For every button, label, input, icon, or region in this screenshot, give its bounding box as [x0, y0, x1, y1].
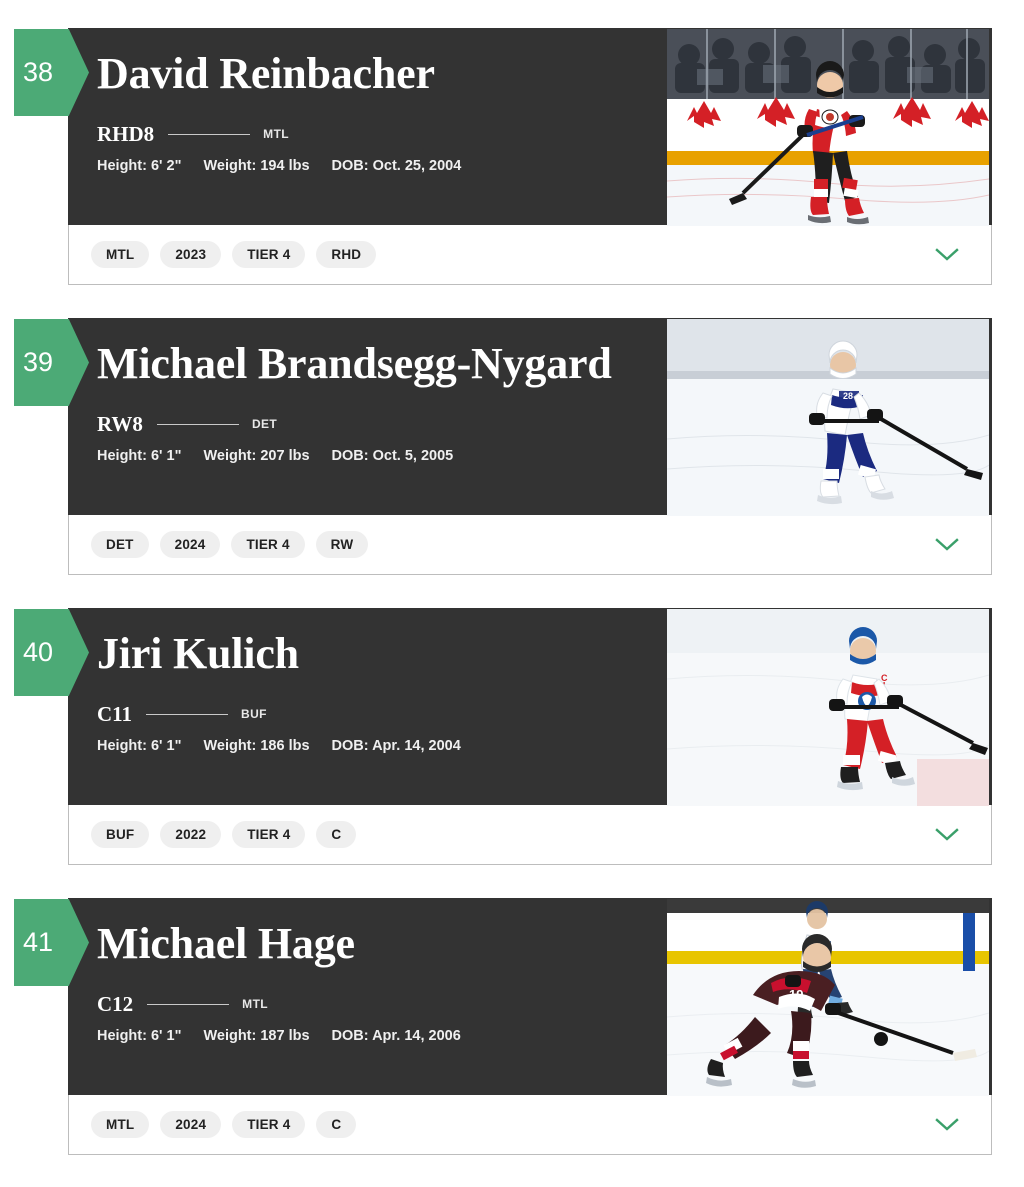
chip-draft-year[interactable]: 2022 [160, 821, 222, 848]
player-name: David Reinbacher [97, 49, 435, 98]
player-dob: DOB: Apr. 14, 2004 [331, 738, 461, 755]
svg-text:19: 19 [789, 987, 803, 1002]
player-photo: C [667, 609, 989, 806]
card-gap [0, 865, 1024, 898]
chip-team[interactable]: MTL [91, 1111, 150, 1138]
tag-chip-group: MTL 2023 TIER 4 RHD [91, 241, 927, 268]
player-height: Height: 6' 2" [97, 158, 182, 175]
rank-number: 41 [23, 927, 54, 957]
chevron-down-icon [935, 1118, 959, 1131]
player-card[interactable]: 39 28 Michael Brandsegg-Nygard RW8 DET H… [13, 318, 992, 575]
chevron-down-icon [935, 828, 959, 841]
player-name: Michael Brandsegg-Nygard [97, 339, 612, 388]
player-card-text: Michael Hage C12 MTL Height: 6' 1" Weigh… [69, 899, 679, 1062]
position-team-row: C11 BUF [97, 701, 679, 726]
chip-tier[interactable]: TIER 4 [231, 531, 305, 558]
chip-tier[interactable]: TIER 4 [232, 241, 306, 268]
divider-rule [156, 423, 239, 425]
card-gap [0, 285, 1024, 318]
svg-text:C: C [881, 673, 888, 683]
chip-team[interactable]: BUF [91, 821, 150, 848]
player-card-body: 39 28 Michael Brandsegg-Nygard RW8 DET H… [14, 318, 992, 516]
team-abbreviation: DET [251, 417, 278, 432]
player-bio-row: Height: 6' 1" Weight: 186 lbs DOB: Apr. … [97, 738, 679, 754]
chip-position[interactable]: RHD [316, 241, 377, 268]
rank-number: 40 [23, 637, 54, 667]
player-card-text: Michael Brandsegg-Nygard RW8 DET Height:… [69, 319, 679, 482]
player-weight: Weight: 207 lbs [203, 448, 310, 465]
chip-draft-year[interactable]: 2023 [160, 241, 222, 268]
player-bio-row: Height: 6' 2" Weight: 194 lbs DOB: Oct. … [97, 158, 679, 174]
player-card-footer: BUF 2022 TIER 4 C [68, 805, 992, 865]
divider-rule [146, 713, 229, 715]
position-code: RHD8 [97, 121, 155, 146]
divider-rule [168, 133, 251, 135]
player-photo: 28 [667, 319, 989, 516]
player-card[interactable]: 41 19 Michael Hage C12 MTL Height: 6' 1"… [13, 898, 992, 1155]
chip-draft-year[interactable]: 2024 [160, 1111, 222, 1138]
player-height: Height: 6' 1" [97, 448, 182, 465]
prospect-card-list: 38 David Reinbacher RHD8 MTL Height: 6' … [0, 0, 1024, 1155]
player-card-body: 41 19 Michael Hage C12 MTL Height: 6' 1"… [14, 898, 992, 1096]
position-team-row: RW8 DET [97, 411, 679, 436]
player-dob: DOB: Oct. 25, 2004 [331, 158, 462, 175]
player-bio-row: Height: 6' 1" Weight: 207 lbs DOB: Oct. … [97, 448, 679, 464]
expand-card-button[interactable] [927, 235, 967, 275]
chevron-down-icon [935, 248, 959, 261]
chip-team[interactable]: DET [91, 531, 149, 558]
card-gap [0, 575, 1024, 608]
chip-team[interactable]: MTL [91, 241, 150, 268]
position-team-row: RHD8 MTL [97, 121, 679, 146]
chip-position[interactable]: C [316, 821, 357, 848]
player-card[interactable]: 40 C Jiri Kulich C11 BUF Height: 6' 1" W… [13, 608, 992, 865]
player-card-text: David Reinbacher RHD8 MTL Height: 6' 2" … [69, 29, 679, 192]
player-card-footer: DET 2024 TIER 4 RW [68, 515, 992, 575]
team-abbreviation: BUF [241, 707, 267, 722]
chip-tier[interactable]: TIER 4 [232, 821, 306, 848]
player-name: Michael Hage [97, 919, 355, 968]
tag-chip-group: BUF 2022 TIER 4 C [91, 821, 927, 848]
svg-text:28: 28 [843, 391, 853, 401]
team-abbreviation: MTL [242, 997, 269, 1012]
team-abbreviation: MTL [263, 127, 290, 142]
chip-tier[interactable]: TIER 4 [232, 1111, 306, 1138]
position-code: C11 [97, 701, 133, 726]
list-top-spacer [0, 0, 1024, 28]
divider-rule [147, 1003, 230, 1005]
player-card[interactable]: 38 David Reinbacher RHD8 MTL Height: 6' … [13, 28, 992, 285]
expand-card-button[interactable] [927, 1105, 967, 1145]
player-dob: DOB: Apr. 14, 2006 [331, 1028, 461, 1045]
position-team-row: C12 MTL [97, 991, 679, 1016]
position-code: C12 [97, 991, 134, 1016]
player-weight: Weight: 194 lbs [203, 158, 310, 175]
player-bio-row: Height: 6' 1" Weight: 187 lbs DOB: Apr. … [97, 1028, 679, 1044]
rank-number: 39 [23, 347, 54, 377]
player-card-body: 40 C Jiri Kulich C11 BUF Height: 6' 1" W… [14, 608, 992, 806]
player-card-body: 38 David Reinbacher RHD8 MTL Height: 6' … [14, 28, 992, 226]
tag-chip-group: MTL 2024 TIER 4 C [91, 1111, 927, 1138]
expand-card-button[interactable] [927, 525, 967, 565]
position-code: RW8 [97, 411, 143, 436]
player-height: Height: 6' 1" [97, 1028, 182, 1045]
player-height: Height: 6' 1" [97, 738, 182, 755]
player-name: Jiri Kulich [97, 629, 299, 678]
player-card-footer: MTL 2023 TIER 4 RHD [68, 225, 992, 285]
rank-number: 38 [23, 57, 54, 87]
player-photo: 2 19 [667, 899, 989, 1096]
chip-position[interactable]: RW [315, 531, 369, 558]
chip-draft-year[interactable]: 2024 [159, 531, 221, 558]
tag-chip-group: DET 2024 TIER 4 RW [91, 531, 927, 558]
player-photo [667, 29, 989, 226]
player-weight: Weight: 187 lbs [203, 1028, 310, 1045]
expand-card-button[interactable] [927, 815, 967, 855]
player-dob: DOB: Oct. 5, 2005 [331, 448, 454, 465]
player-card-text: Jiri Kulich C11 BUF Height: 6' 1" Weight… [69, 609, 679, 772]
player-weight: Weight: 186 lbs [203, 738, 310, 755]
chevron-down-icon [935, 538, 959, 551]
chip-position[interactable]: C [316, 1111, 357, 1138]
player-card-footer: MTL 2024 TIER 4 C [68, 1095, 992, 1155]
